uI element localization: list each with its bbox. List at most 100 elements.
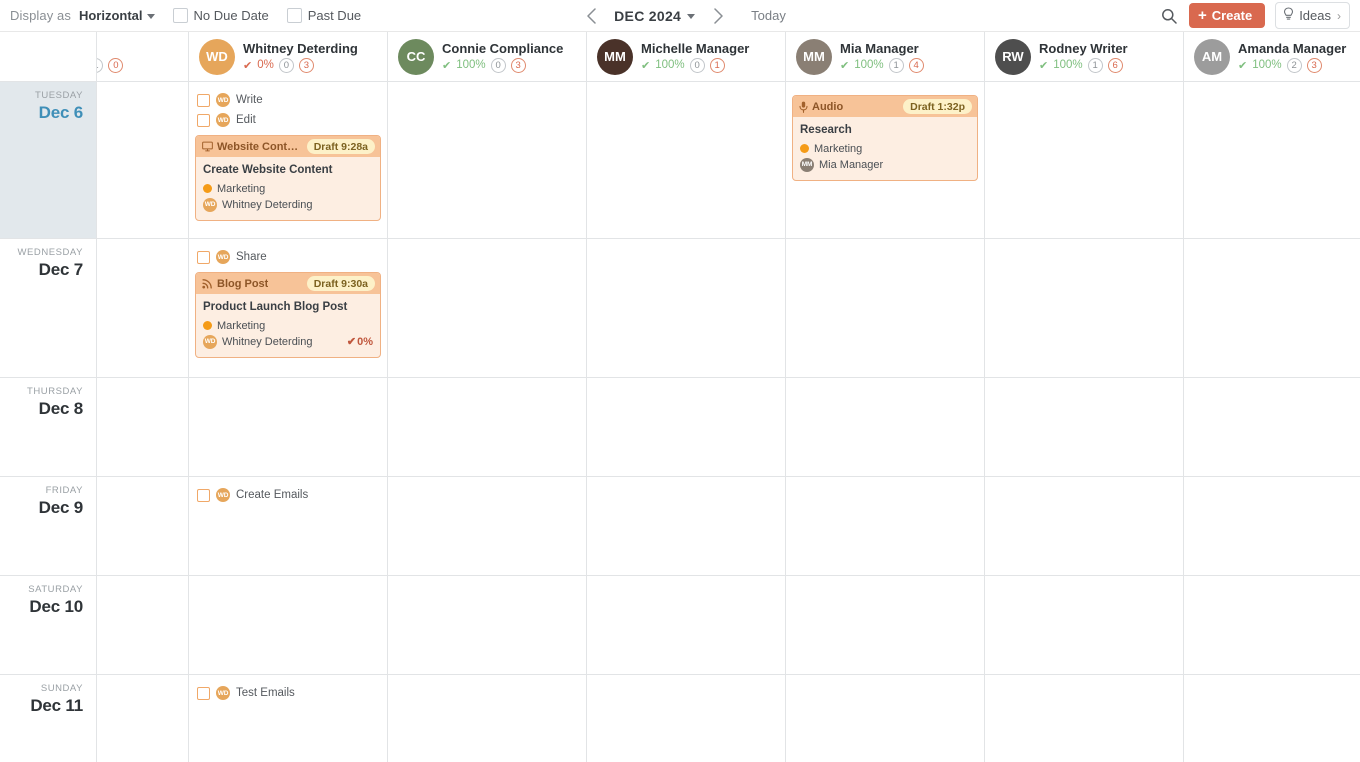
status-badge[interactable]: 1 [888,57,904,73]
status-badge[interactable]: 0 [490,57,506,73]
status-badge[interactable]: 2 [1286,57,1302,73]
calendar-cell[interactable] [97,378,189,476]
status-badge[interactable]: 1 [709,57,725,73]
no-due-date-filter[interactable]: No Due Date [172,8,269,23]
status-badge[interactable]: 3 [510,57,526,73]
calendar-cell[interactable] [1184,675,1360,762]
content-card[interactable]: Audio Draft 1:32p Research Marketing MM Mia M… [792,95,978,181]
status-badge[interactable]: 0 [278,57,294,73]
next-month-button[interactable] [701,1,735,31]
prev-month-button[interactable] [574,1,608,31]
calendar-cell[interactable] [985,477,1184,575]
calendar-cell[interactable] [388,239,587,377]
date-cell[interactable]: THURSDAY Dec 8 [0,378,97,476]
person-column-header[interactable]: CC Connie Compliance ✔ 100% 0 3 [388,32,587,81]
create-button[interactable]: + Create [1188,3,1266,28]
calendar-cell[interactable] [1184,477,1360,575]
calendar-cell[interactable] [786,378,985,476]
person-column-header[interactable]: AM Amanda Manager ✔ 100% 2 3 [1184,32,1360,81]
calendar-cell[interactable] [786,239,985,377]
calendar-cell[interactable] [388,82,587,238]
calendar-cell[interactable] [1184,82,1360,238]
calendar-cell[interactable] [587,477,786,575]
calendar-cell[interactable] [97,477,189,575]
calendar-cell[interactable] [97,82,189,238]
date-cell[interactable]: FRIDAY Dec 9 [0,477,97,575]
person-column-header[interactable]: RW Rodney Writer ✔ 100% 1 6 [985,32,1184,81]
person-column-header[interactable]: WD Whitney Deterding ✔ 0% 0 3 [189,32,388,81]
calendar-cell[interactable] [786,675,985,762]
calendar-cell[interactable] [985,239,1184,377]
content-card[interactable]: Website Content Draft 9:28a Create Website… [195,135,381,221]
status-badge[interactable]: 0 [689,57,705,73]
calendar-cell[interactable]: Audio Draft 1:32p Research Marketing MM Mia M… [786,82,985,238]
date-cell[interactable]: TUESDAY Dec 6 [0,82,97,238]
calendar-cell[interactable] [786,576,985,674]
calendar-cell[interactable] [388,477,587,575]
calendar-cell[interactable] [985,576,1184,674]
calendar-cell[interactable] [189,378,388,476]
task-item[interactable]: WD Test Emails [195,683,381,703]
calendar-cell[interactable]: WD Write WD Edit Website Content Draft 9:28a C… [189,82,388,238]
search-icon[interactable] [1159,6,1179,26]
no-due-date-checkbox[interactable] [172,8,188,23]
calendar-cell[interactable] [587,239,786,377]
date-cell[interactable]: WEDNESDAY Dec 7 [0,239,97,377]
status-badge[interactable]: 0 [108,57,124,73]
task-checkbox[interactable] [197,93,210,107]
calendar-cell[interactable]: WD Create Emails [189,477,388,575]
status-badge[interactable]: 3 [1306,57,1322,73]
task-item[interactable]: WD Edit [195,110,381,130]
status-badge[interactable]: 1 [97,57,104,73]
task-checkbox[interactable] [197,488,210,502]
date-cell[interactable]: SUNDAY Dec 11 [0,675,97,762]
date-cell[interactable]: SATURDAY Dec 10 [0,576,97,674]
status-badge[interactable]: 4 [908,57,924,73]
task-item[interactable]: WD Share [195,247,381,267]
calendar-cell[interactable] [587,378,786,476]
person-column-header[interactable]: tern✔%10 [97,32,189,81]
calendar-cell[interactable] [388,576,587,674]
calendar-cell[interactable] [1184,378,1360,476]
task-checkbox[interactable] [197,686,210,700]
calendar-cell[interactable] [388,675,587,762]
calendar-cell[interactable] [388,378,587,476]
ideas-button[interactable]: Ideas › [1275,2,1350,29]
calendar-cell[interactable] [97,239,189,377]
calendar-cell[interactable] [985,378,1184,476]
rss-icon [202,278,213,289]
past-due-filter[interactable]: Past Due [286,8,361,23]
calendar-cell[interactable]: WD Share Blog Post Draft 9:30a Product Launc… [189,239,388,377]
calendar-cell[interactable] [587,82,786,238]
calendar-cell[interactable] [985,82,1184,238]
calendar-cell[interactable] [1184,576,1360,674]
calendar-cell[interactable] [1184,239,1360,377]
today-button[interactable]: Today [751,8,786,23]
calendar-cell[interactable] [786,477,985,575]
card-status-badge: Draft 9:30a [306,276,375,291]
status-badge[interactable]: 1 [1087,57,1103,73]
status-badge[interactable]: 6 [1107,57,1123,73]
calendar-cell[interactable]: WD Test Emails [189,675,388,762]
task-item[interactable]: WD Create Emails [195,485,381,505]
person-column-header[interactable]: MM Mia Manager ✔ 100% 1 4 [786,32,985,81]
calendar-cell[interactable] [189,576,388,674]
month-selector[interactable]: DEC 2024 [608,8,701,24]
person-column-header[interactable]: MM Michelle Manager ✔ 100% 0 1 [587,32,786,81]
task-checkbox[interactable] [197,250,210,264]
content-card[interactable]: Blog Post Draft 9:30a Product Launch Blog … [195,272,381,358]
task-item[interactable]: WD Write [195,90,381,110]
card-header: Audio Draft 1:32p [793,96,977,117]
calendar-cell[interactable] [587,675,786,762]
calendar-cell[interactable] [985,675,1184,762]
display-as-select[interactable]: Horizontal [79,8,155,23]
calendar-cell[interactable] [587,576,786,674]
task-checkbox[interactable] [197,113,210,127]
calendar-cell[interactable] [97,675,189,762]
past-due-checkbox[interactable] [286,8,302,23]
calendar-cell[interactable] [97,576,189,674]
status-badge[interactable]: 3 [298,57,314,73]
person-stats: ✔ 100% 0 3 [442,57,563,73]
card-status-badge: Draft 9:28a [306,139,375,154]
task-label: Share [236,251,267,263]
